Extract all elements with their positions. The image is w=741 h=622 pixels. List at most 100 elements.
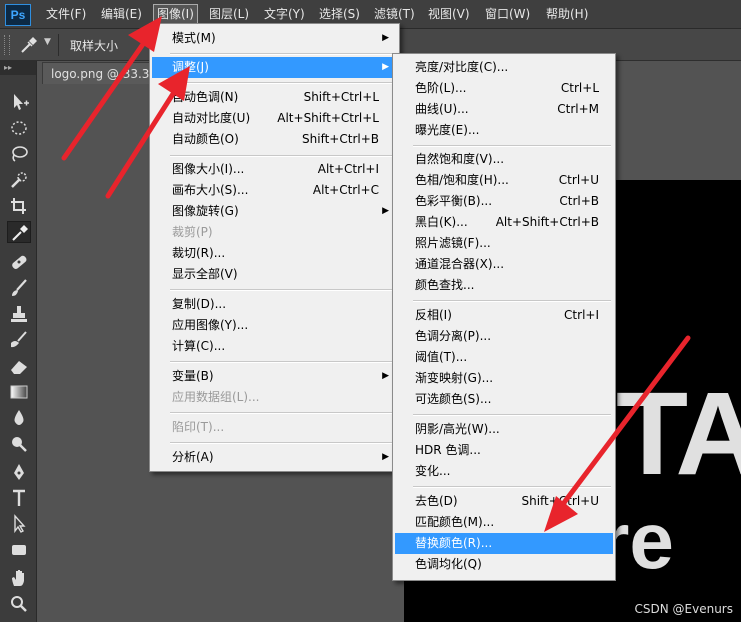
menu-item-replace-color[interactable]: 替换颜色(R)... xyxy=(395,533,613,554)
menu-item-color-balance[interactable]: 色彩平衡(B)... Ctrl+B xyxy=(395,191,613,212)
pen-tool-icon[interactable] xyxy=(7,461,31,483)
menu-item-label: 应用数据组(L)... xyxy=(172,390,260,404)
quick-select-tool-icon[interactable] xyxy=(7,169,31,191)
menu-item-reveal-all[interactable]: 显示全部(V) xyxy=(152,264,397,285)
menu-help[interactable]: 帮助(H) xyxy=(546,5,588,23)
lasso-tool-icon[interactable] xyxy=(7,143,31,165)
menu-item-posterize[interactable]: 色调分离(P)... xyxy=(395,326,613,347)
menu-item-brightness-contrast[interactable]: 亮度/对比度(C)... xyxy=(395,57,613,78)
menu-item-label: 曝光度(E)... xyxy=(415,123,480,137)
menu-item-vibrance[interactable]: 自然饱和度(V)... xyxy=(395,149,613,170)
menu-item-black-white[interactable]: 黑白(K)... Alt+Shift+Ctrl+B xyxy=(395,212,613,233)
history-brush-tool-icon[interactable] xyxy=(7,329,31,351)
menu-item-levels[interactable]: 色阶(L)... Ctrl+L xyxy=(395,78,613,99)
blur-tool-icon[interactable] xyxy=(7,407,31,429)
menu-item-shortcut: Shift+Ctrl+L xyxy=(303,90,379,104)
gradient-tool-icon[interactable] xyxy=(7,381,31,403)
menu-item-hue-saturation[interactable]: 色相/饱和度(H)... Ctrl+U xyxy=(395,170,613,191)
menu-item-trap: 陷印(T)... xyxy=(152,417,397,438)
menu-separator xyxy=(413,486,611,488)
menu-item-shortcut: Alt+Shift+Ctrl+L xyxy=(277,111,379,125)
shape-tool-icon[interactable] xyxy=(7,539,31,561)
menu-item-threshold[interactable]: 阈值(T)... xyxy=(395,347,613,368)
healing-brush-tool-icon[interactable] xyxy=(7,251,31,273)
submenu-arrow-icon: ▶ xyxy=(382,371,389,381)
menu-item-variations[interactable]: 变化... xyxy=(395,461,613,482)
menu-item-label: 陷印(T)... xyxy=(172,420,225,434)
menu-item-analysis[interactable]: 分析(A) ▶ xyxy=(152,447,397,468)
menu-window[interactable]: 窗口(W) xyxy=(485,5,530,23)
menu-item-duplicate[interactable]: 复制(D)... xyxy=(152,294,397,315)
menu-item-channel-mixer[interactable]: 通道混合器(X)... xyxy=(395,254,613,275)
menu-filter[interactable]: 滤镜(T) xyxy=(374,5,415,23)
eyedropper-tool-icon[interactable] xyxy=(7,221,31,243)
document-tab[interactable]: logo.png @ 33.3% xyxy=(42,62,152,84)
submenu-arrow-icon: ▶ xyxy=(382,452,389,462)
menu-item-apply-image[interactable]: 应用图像(Y)... xyxy=(152,315,397,336)
menu-type[interactable]: 文字(Y) xyxy=(264,5,305,23)
menu-item-label: 亮度/对比度(C)... xyxy=(415,60,509,74)
menu-item-gradient-map[interactable]: 渐变映射(G)... xyxy=(395,368,613,389)
menu-item-crop: 裁剪(P) xyxy=(152,222,397,243)
zoom-tool-icon[interactable] xyxy=(7,593,31,615)
menu-item-variables[interactable]: 变量(B) ▶ xyxy=(152,366,397,387)
menu-item-invert[interactable]: 反相(I) Ctrl+I xyxy=(395,305,613,326)
menu-select[interactable]: 选择(S) xyxy=(319,5,360,23)
menu-item-auto-contrast[interactable]: 自动对比度(U) Alt+Shift+Ctrl+L xyxy=(152,108,397,129)
menu-item-photo-filter[interactable]: 照片滤镜(F)... xyxy=(395,233,613,254)
menu-item-hdr-toning[interactable]: HDR 色调... xyxy=(395,440,613,461)
crop-tool-icon[interactable] xyxy=(7,195,31,217)
menu-separator xyxy=(170,412,395,414)
menu-item-color-lookup[interactable]: 颜色查找... xyxy=(395,275,613,296)
menu-item-label: 裁剪(P) xyxy=(172,225,213,239)
menu-item-label: 黑白(K)... xyxy=(415,215,468,229)
chevron-down-icon[interactable]: ▼ xyxy=(44,37,51,47)
menu-item-shadows-highlights[interactable]: 阴影/高光(W)... xyxy=(395,419,613,440)
marquee-tool-icon[interactable] xyxy=(7,117,31,139)
path-select-tool-icon[interactable] xyxy=(7,513,31,535)
menu-item-desaturate[interactable]: 去色(D) Shift+Ctrl+U xyxy=(395,491,613,512)
menu-separator xyxy=(413,145,611,147)
menu-item-image-size[interactable]: 图像大小(I)... Alt+Ctrl+I xyxy=(152,159,397,180)
clone-stamp-tool-icon[interactable] xyxy=(7,303,31,325)
toolbox-collapse-handle[interactable]: ▸▸ xyxy=(0,61,36,75)
menu-item-label: 调整(J) xyxy=(172,60,209,74)
menu-image[interactable]: 图像(I) xyxy=(153,4,198,24)
menu-file[interactable]: 文件(F) xyxy=(46,5,86,23)
menu-item-calculations[interactable]: 计算(C)... xyxy=(152,336,397,357)
menu-item-exposure[interactable]: 曝光度(E)... xyxy=(395,120,613,141)
brush-tool-icon[interactable] xyxy=(7,277,31,299)
menu-item-label: 计算(C)... xyxy=(172,339,226,353)
menu-view[interactable]: 视图(V) xyxy=(428,5,470,23)
menu-item-label: 曲线(U)... xyxy=(415,102,469,116)
menu-item-shortcut: Shift+Ctrl+U xyxy=(521,494,599,508)
options-bar-grip[interactable] xyxy=(4,35,10,55)
menu-item-label: 自动色调(N) xyxy=(172,90,239,104)
menu-item-auto-tone[interactable]: 自动色调(N) Shift+Ctrl+L xyxy=(152,87,397,108)
menu-item-label: HDR 色调... xyxy=(415,443,481,457)
menu-separator xyxy=(170,155,395,157)
hand-tool-icon[interactable] xyxy=(7,567,31,589)
menu-item-adjustments[interactable]: 调整(J) ▶ xyxy=(152,57,397,78)
menu-item-selective-color[interactable]: 可选颜色(S)... xyxy=(395,389,613,410)
menu-item-label: 复制(D)... xyxy=(172,297,227,311)
menu-item-trim[interactable]: 裁切(R)... xyxy=(152,243,397,264)
menu-item-image-rotation[interactable]: 图像旋转(G) ▶ xyxy=(152,201,397,222)
type-tool-icon[interactable] xyxy=(7,487,31,509)
eraser-tool-icon[interactable] xyxy=(7,355,31,377)
menu-item-canvas-size[interactable]: 画布大小(S)... Alt+Ctrl+C xyxy=(152,180,397,201)
menu-item-auto-color[interactable]: 自动颜色(O) Shift+Ctrl+B xyxy=(152,129,397,150)
menu-item-curves[interactable]: 曲线(U)... Ctrl+M xyxy=(395,99,613,120)
move-tool-icon[interactable] xyxy=(7,91,31,113)
menu-item-match-color[interactable]: 匹配颜色(M)... xyxy=(395,512,613,533)
menu-edit[interactable]: 编辑(E) xyxy=(101,5,142,23)
menu-item-apply-data-set: 应用数据组(L)... xyxy=(152,387,397,408)
dodge-tool-icon[interactable] xyxy=(7,433,31,455)
eyedropper-icon[interactable] xyxy=(18,35,40,55)
menu-item-mode[interactable]: 模式(M) ▶ xyxy=(152,28,397,49)
menu-separator xyxy=(170,361,395,363)
menu-separator xyxy=(170,53,395,55)
menu-layer[interactable]: 图层(L) xyxy=(209,5,249,23)
menu-item-equalize[interactable]: 色调均化(Q) xyxy=(395,554,613,575)
menu-item-label: 图像旋转(G) xyxy=(172,204,239,218)
